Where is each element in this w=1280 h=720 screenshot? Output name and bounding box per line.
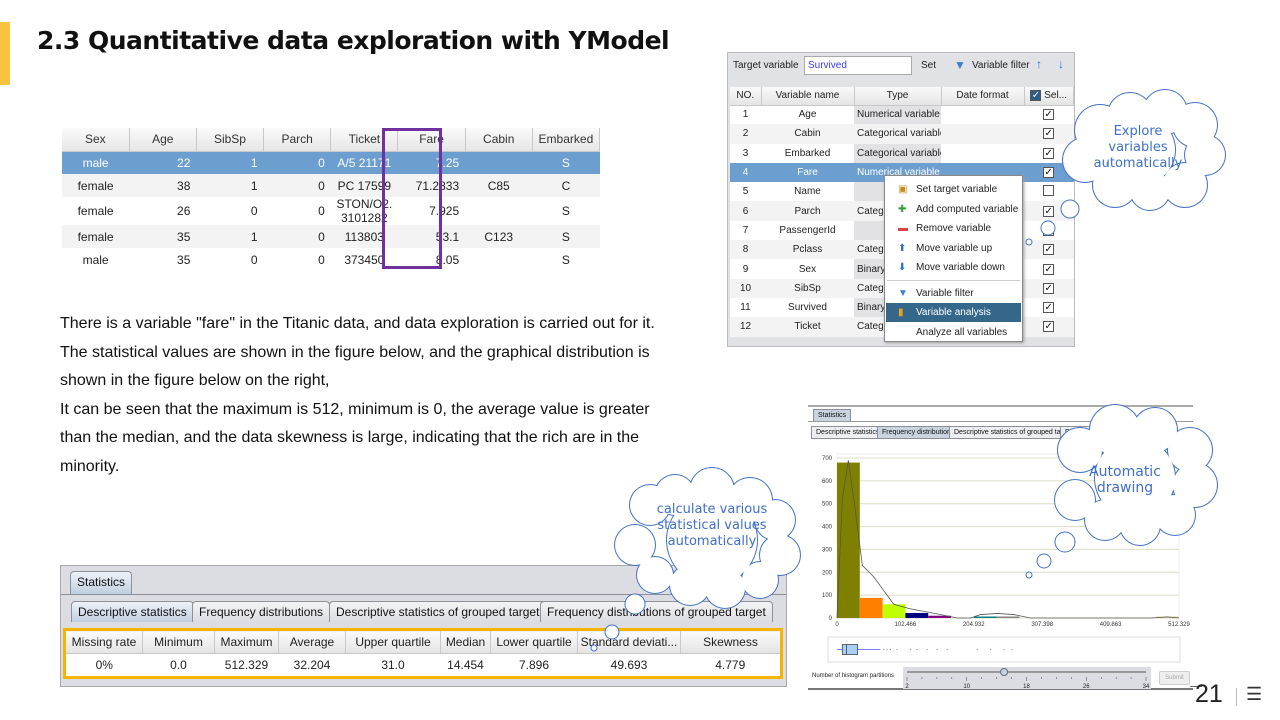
divider (1236, 688, 1237, 706)
return-icon[interactable]: ☰ (1246, 684, 1262, 705)
thought-bubble (1025, 238, 1033, 246)
page-number: 21 (1195, 680, 1223, 708)
cloud-draw-text: Automatic drawing (1089, 464, 1161, 496)
thought-bubble (624, 593, 646, 615)
cloud-calc (590, 467, 801, 652)
thought-bubble (1025, 571, 1033, 579)
cloud-explore-text: Explore variables automatically (1093, 124, 1183, 171)
thought-bubble (1054, 531, 1076, 553)
thought-bubble (1040, 220, 1056, 236)
thought-bubble (1060, 199, 1080, 219)
annotation-clouds (590, 89, 1226, 652)
thought-bubble (604, 624, 620, 640)
thought-bubble (1036, 553, 1052, 569)
thought-bubble (590, 644, 598, 652)
cloud-calc-text: calculate various statistical values aut… (656, 502, 768, 549)
